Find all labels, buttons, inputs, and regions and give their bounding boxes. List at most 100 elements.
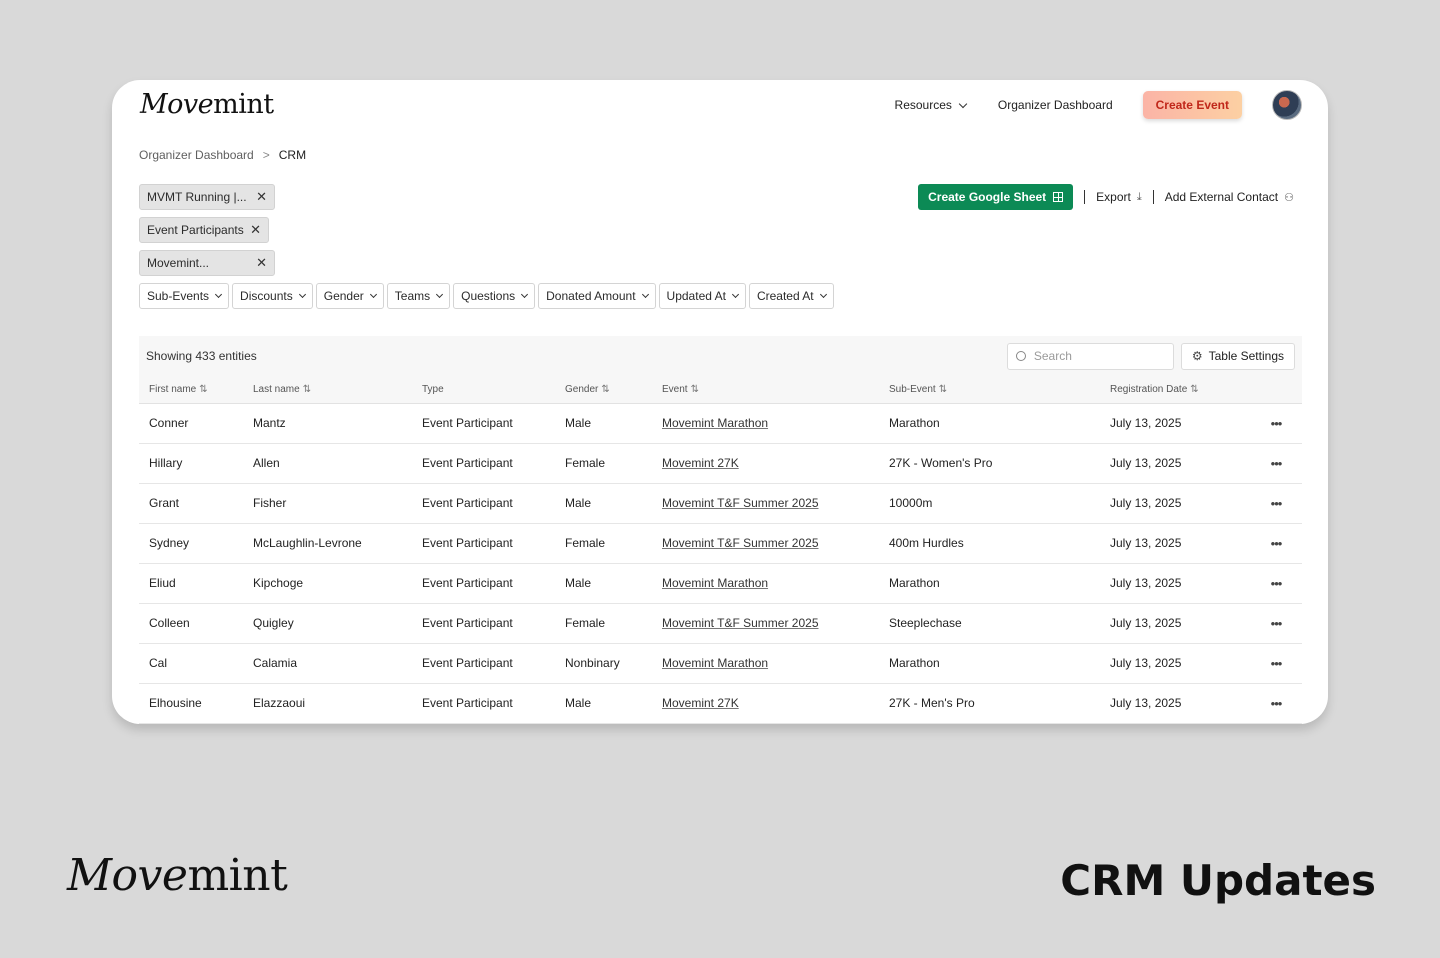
filter-updated-at[interactable]: Updated At [658, 283, 746, 309]
gear-icon: ⚙ [1191, 349, 1203, 363]
table-row[interactable]: Sydney McLaughlin-Levrone Event Particip… [139, 523, 1302, 564]
table-settings-button[interactable]: ⚙ Table Settings [1180, 342, 1295, 370]
cell-event: Movemint Marathon [652, 403, 879, 444]
crm-table: First name ⇅ Last name ⇅ Type Gender ⇅ Even… [139, 376, 1302, 724]
cell-event: Movemint 27K [652, 443, 879, 484]
table-row[interactable]: Hillary Allen Event Participant Female M… [139, 443, 1302, 484]
cell-first-name: Grant [139, 483, 243, 524]
chevron-down-icon [436, 290, 444, 299]
search-input[interactable] [1033, 349, 1154, 363]
spreadsheet-icon [1053, 192, 1064, 202]
close-icon[interactable]: ✕ [256, 189, 267, 205]
cell-gender: Female [555, 603, 652, 644]
event-link[interactable]: Movemint Marathon [662, 656, 768, 670]
cell-event: Movemint Marathon [652, 643, 879, 684]
export-button[interactable]: Export ⤓ [1096, 190, 1142, 204]
filter-gender[interactable]: Gender [315, 283, 384, 309]
filter-created-at[interactable]: Created At [748, 283, 834, 309]
event-link[interactable]: Movemint T&F Summer 2025 [662, 616, 819, 630]
cell-type: Event Participant [412, 683, 555, 724]
chip-label: MVMT Running |... [147, 190, 247, 204]
cell-type: Event Participant [412, 603, 555, 644]
page-caption: CRM Updates [1060, 856, 1376, 905]
table-row[interactable]: Cal Calamia Event Participant Nonbinary … [139, 643, 1302, 684]
column-event[interactable]: Event ⇅ [652, 376, 879, 404]
logo-rest-part: mint [213, 89, 274, 120]
filter-label: Sub-Events [147, 289, 210, 303]
chip-label: Movemint... [147, 256, 210, 270]
column-actions [1250, 376, 1302, 404]
close-icon[interactable]: ✕ [250, 222, 261, 238]
filter-chip-organization[interactable]: MVMT Running |... ✕ [139, 184, 275, 210]
cell-gender: Nonbinary [555, 643, 652, 684]
nav-resources[interactable]: Resources [894, 98, 968, 112]
column-label: Event [662, 383, 688, 395]
filter-chip-type[interactable]: Event Participants ✕ [139, 217, 269, 243]
cell-gender: Female [555, 523, 652, 564]
nav-organizer-dashboard[interactable]: Organizer Dashboard [998, 98, 1113, 112]
event-link[interactable]: Movemint 27K [662, 696, 739, 710]
filter-donated-amount[interactable]: Donated Amount [538, 283, 656, 309]
brand-logo[interactable]: Movemint [140, 89, 274, 120]
cell-type: Event Participant [412, 443, 555, 484]
filter-sub-events[interactable]: Sub-Events [139, 283, 230, 309]
nav-resources-label: Resources [894, 98, 952, 112]
logo-italic-part: Move [67, 850, 188, 901]
cell-sub-event: Marathon [879, 643, 1100, 684]
more-icon[interactable]: ••• [1250, 443, 1302, 484]
cell-event: Movemint T&F Summer 2025 [652, 523, 879, 564]
cell-registration-date: July 13, 2025 [1100, 603, 1250, 644]
chevron-down-icon [731, 290, 739, 299]
add-external-contact-button[interactable]: Add External Contact ⚇ [1165, 190, 1294, 204]
column-gender[interactable]: Gender ⇅ [555, 376, 652, 404]
more-icon[interactable]: ••• [1250, 483, 1302, 524]
filter-label: Updated At [666, 289, 726, 303]
sort-icon: ⇅ [690, 383, 699, 395]
breadcrumb-separator: > [262, 148, 270, 162]
column-registration-date[interactable]: Registration Date ⇅ [1100, 376, 1250, 404]
filter-chip-event[interactable]: Movemint... ✕ [139, 250, 275, 276]
cell-last-name: Fisher [243, 483, 412, 524]
table-row[interactable]: Conner Mantz Event Participant Male Move… [139, 403, 1302, 444]
filter-questions[interactable]: Questions [453, 283, 536, 309]
more-icon[interactable]: ••• [1250, 523, 1302, 564]
more-icon[interactable]: ••• [1250, 563, 1302, 604]
table-row[interactable]: Eliud Kipchoge Event Participant Male Mo… [139, 563, 1302, 604]
event-link[interactable]: Movemint T&F Summer 2025 [662, 496, 819, 510]
breadcrumb-organizer-dashboard[interactable]: Organizer Dashboard [139, 148, 254, 162]
create-event-button[interactable]: Create Event [1142, 91, 1242, 119]
filter-label: Created At [756, 289, 814, 303]
avatar[interactable] [1272, 90, 1302, 120]
column-sub-event[interactable]: Sub-Event ⇅ [879, 376, 1100, 404]
cell-last-name: Mantz [243, 403, 412, 444]
table-row[interactable]: Colleen Quigley Event Participant Female… [139, 603, 1302, 644]
event-link[interactable]: Movemint Marathon [662, 576, 768, 590]
filter-label: Teams [394, 289, 431, 303]
event-link[interactable]: Movemint 27K [662, 456, 739, 470]
table-row[interactable]: Elhousine Elazzaoui Event Participant Ma… [139, 683, 1302, 724]
column-first-name[interactable]: First name ⇅ [139, 376, 243, 404]
table-row[interactable]: Grant Fisher Event Participant Male Move… [139, 483, 1302, 524]
cell-first-name: Sydney [139, 523, 243, 564]
column-last-name[interactable]: Last name ⇅ [243, 376, 412, 404]
more-icon[interactable]: ••• [1250, 683, 1302, 724]
event-link[interactable]: Movemint T&F Summer 2025 [662, 536, 819, 550]
filter-teams[interactable]: Teams [386, 283, 451, 309]
filter-bar: Sub-Events Discounts Gender Teams Questi… [139, 283, 837, 309]
cell-last-name: McLaughlin-Levrone [243, 523, 412, 564]
more-icon[interactable]: ••• [1250, 403, 1302, 444]
cell-registration-date: July 13, 2025 [1100, 563, 1250, 604]
logo-rest-part: mint [187, 850, 288, 901]
footer-brand-logo: Movemint [67, 850, 288, 901]
more-icon[interactable]: ••• [1250, 643, 1302, 684]
sort-icon: ⇅ [601, 383, 610, 395]
cell-last-name: Kipchoge [243, 563, 412, 604]
create-google-sheet-button[interactable]: Create Google Sheet [918, 184, 1074, 210]
filter-discounts[interactable]: Discounts [232, 283, 313, 309]
filter-label: Gender [323, 289, 364, 303]
close-icon[interactable]: ✕ [256, 255, 267, 271]
cell-gender: Male [555, 403, 652, 444]
more-icon[interactable]: ••• [1250, 603, 1302, 644]
event-link[interactable]: Movemint Marathon [662, 416, 768, 430]
cell-event: Movemint T&F Summer 2025 [652, 483, 879, 524]
